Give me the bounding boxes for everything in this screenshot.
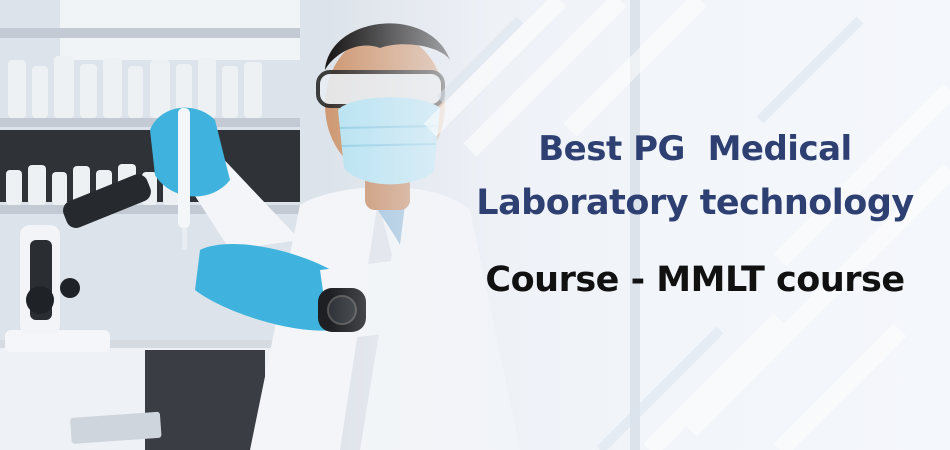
course-subtitle: Course - MMLT course	[485, 260, 905, 300]
headline-line-2: Laboratory technology	[476, 183, 914, 223]
banner-headline: Best PG Medical Laboratory technology	[455, 122, 935, 230]
promo-banner: Best PG Medical Laboratory technology Co…	[0, 0, 950, 450]
headline-line-1: Best PG Medical	[538, 129, 852, 169]
